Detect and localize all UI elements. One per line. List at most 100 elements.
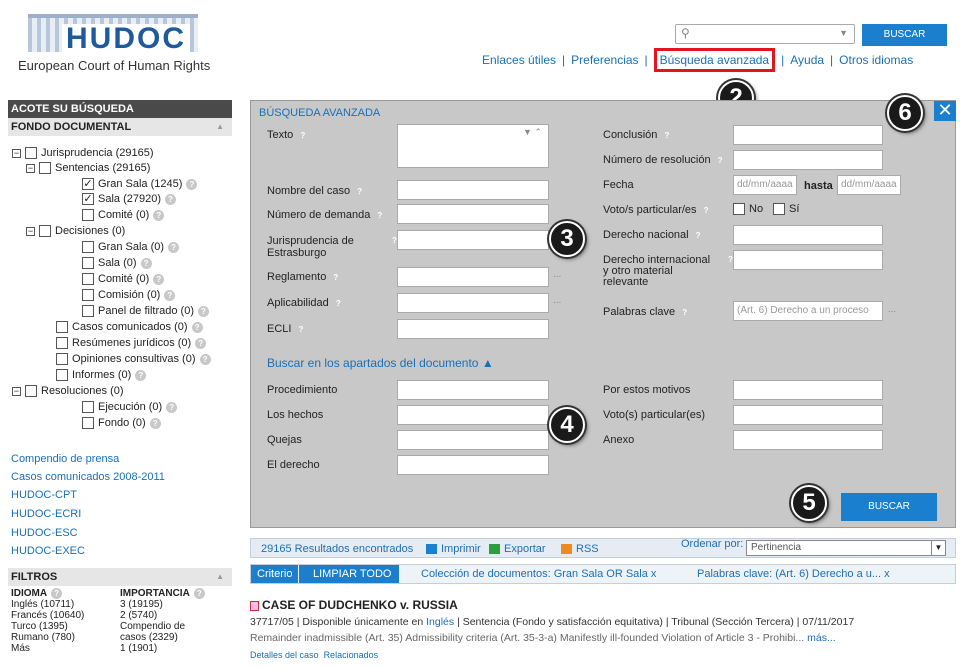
criteria-chip-keywords[interactable]: Palabras clave: (Art. 6) Derecho a u... … (697, 568, 890, 580)
votos-si-option[interactable]: Sí (773, 203, 799, 216)
help-icon[interactable]: ? (354, 186, 366, 197)
hudoc-logo[interactable]: HUDOC European Court of Human Rights (10, 10, 210, 80)
numero-resolucion-input[interactable] (733, 150, 883, 170)
votos-particulares-input[interactable] (733, 405, 883, 425)
help-icon[interactable]: ? (330, 272, 342, 283)
clear-all-button[interactable]: LIMPIAR TODO (299, 565, 400, 583)
help-icon[interactable]: ? (661, 130, 673, 141)
filter-option[interactable]: 2 (5740) (120, 610, 205, 621)
help-icon[interactable]: ? (51, 588, 63, 599)
link-casos-comunicados[interactable]: Casos comunicados 2008-2011 (11, 471, 165, 483)
advanced-search-panel: BÚSQUEDA AVANZADA ✕ 6 Texto? ▼ ⌃ Nombre … (250, 95, 956, 528)
chevron-down-icon[interactable]: ▼ (931, 541, 945, 555)
ecli-input[interactable] (397, 319, 549, 339)
filter-more[interactable]: Más (11, 643, 84, 654)
link-compendio-prensa[interactable]: Compendio de prensa (11, 453, 119, 465)
advanced-search-button[interactable]: BUSCAR (841, 493, 937, 521)
filter-option[interactable]: 1 (1901) (120, 643, 205, 654)
palabras-clave-input[interactable]: (Art. 6) Derecho a un proceso (733, 301, 883, 321)
link-hudoc-exec[interactable]: HUDOC-EXEC (11, 545, 85, 557)
more-icon[interactable]: ... (553, 269, 561, 280)
caret-up-icon: ▲ (481, 356, 494, 370)
label-conclusion: Conclusión? (603, 129, 673, 141)
quejas-input[interactable] (397, 430, 549, 450)
fecha-hasta-input[interactable]: dd/mm/aaaa (837, 175, 901, 195)
chevron-down-icon[interactable]: ▼ (839, 28, 848, 38)
por-estos-motivos-input[interactable] (733, 380, 883, 400)
help-icon[interactable]: ? (700, 205, 712, 216)
help-icon[interactable]: ? (332, 298, 344, 309)
results-toolbar: 29165 Resultados encontrados Imprimir Ex… (250, 538, 956, 558)
export-button[interactable]: Exportar (489, 543, 546, 555)
filter-option[interactable]: Turco (1395) (11, 621, 84, 632)
result-links: Detalles del caso Relacionados (250, 650, 956, 660)
collapse-icon[interactable]: ▲ (216, 568, 224, 586)
filters-header[interactable]: FILTROS ▲ (8, 568, 232, 586)
filter-option[interactable]: casos (2329) (120, 632, 205, 643)
nav-otros-idiomas[interactable]: Otros idiomas (839, 53, 913, 67)
collection-links: Compendio de prensa Casos comunicados 20… (8, 100, 232, 560)
case-details-link[interactable]: Detalles del caso (250, 650, 319, 660)
quick-search-input[interactable]: ⚲ ▼ (675, 24, 855, 44)
conclusion-input[interactable] (733, 125, 883, 145)
close-icon[interactable]: ✕ (934, 101, 956, 121)
language-link[interactable]: Inglés (426, 616, 454, 628)
checkbox[interactable] (733, 203, 745, 216)
help-icon[interactable]: ? (679, 307, 691, 318)
reglamento-input[interactable] (397, 267, 549, 287)
rss-button[interactable]: RSS (561, 543, 599, 555)
fecha-desde-input[interactable]: dd/mm/aaaa (733, 175, 797, 195)
filter-option[interactable]: Rumano (780) (11, 632, 84, 643)
filter-idioma: IDIOMA? Inglés (10711) Francés (10640) T… (11, 588, 84, 654)
more-icon[interactable]: ... (888, 304, 896, 315)
help-icon[interactable]: ? (193, 588, 205, 599)
nav-preferencias[interactable]: Preferencias (571, 53, 638, 67)
sort-select[interactable]: Pertinencia ▼ (746, 540, 946, 556)
link-hudoc-ecri[interactable]: HUDOC-ECRI (11, 508, 81, 520)
label-reglamento: Reglamento? (267, 271, 342, 283)
anexo-input[interactable] (733, 430, 883, 450)
votos-no-option[interactable]: No (733, 203, 763, 216)
texto-textarea[interactable]: ▼ ⌃ (397, 124, 549, 168)
label-quejas: Quejas (267, 434, 302, 446)
nav-enlaces-utiles[interactable]: Enlaces útiles (482, 53, 556, 67)
filter-option[interactable]: 3 (19195) (120, 599, 205, 610)
help-icon[interactable]: ? (374, 210, 386, 221)
filter-option[interactable]: Francés (10640) (11, 610, 84, 621)
nombre-caso-input[interactable] (397, 180, 549, 200)
quick-search-button[interactable]: BUSCAR (862, 24, 947, 46)
nav-busqueda-avanzada[interactable]: Búsqueda avanzada (653, 48, 776, 72)
procedimiento-input[interactable] (397, 380, 549, 400)
filters-section: FILTROS ▲ IDIOMA? Inglés (10711) Francés … (8, 568, 232, 654)
label-numero-demanda: Número de demanda? (267, 209, 386, 221)
more-link[interactable]: más... (807, 632, 836, 644)
related-link[interactable]: Relacionados (324, 650, 379, 660)
filter-option[interactable]: Inglés (10711) (11, 599, 84, 610)
link-hudoc-esc[interactable]: HUDOC-ESC (11, 527, 78, 539)
criteria-chip-collection[interactable]: Colección de documentos: Gran Sala OR Sa… (421, 568, 656, 580)
more-icon[interactable]: ... (553, 295, 561, 306)
filter-importancia-title: IMPORTANCIA? (120, 588, 205, 599)
nav-ayuda[interactable]: Ayuda (790, 53, 824, 67)
link-hudoc-cpt[interactable]: HUDOC-CPT (11, 489, 77, 501)
result-title[interactable]: CASE OF DUDCHENKO v. RUSSIA (250, 598, 956, 612)
help-icon[interactable]: ? (295, 324, 307, 335)
hechos-input[interactable] (397, 405, 549, 425)
checkbox[interactable] (773, 203, 785, 216)
numero-demanda-input[interactable] (397, 204, 549, 224)
label-derecho-nacional: Derecho nacional? (603, 229, 704, 241)
scroll-arrows-icon[interactable]: ▼ ⌃ (523, 127, 542, 138)
help-icon[interactable]: ? (692, 230, 704, 241)
document-sections-toggle[interactable]: Buscar en los apartados del documento ▲ (267, 357, 494, 369)
filter-option[interactable]: Compendio de (120, 621, 205, 632)
derecho-input[interactable] (397, 455, 549, 475)
jurisprudencia-input[interactable] (397, 230, 549, 250)
help-icon[interactable]: ? (714, 155, 726, 166)
logo-brand: HUDOC (62, 24, 190, 54)
label-anexo: Anexo (603, 434, 635, 446)
derecho-nacional-input[interactable] (733, 225, 883, 245)
derecho-internacional-input[interactable] (733, 250, 883, 270)
print-button[interactable]: Imprimir (426, 543, 481, 555)
help-icon[interactable]: ? (297, 130, 309, 141)
aplicabilidad-input[interactable] (397, 293, 549, 313)
